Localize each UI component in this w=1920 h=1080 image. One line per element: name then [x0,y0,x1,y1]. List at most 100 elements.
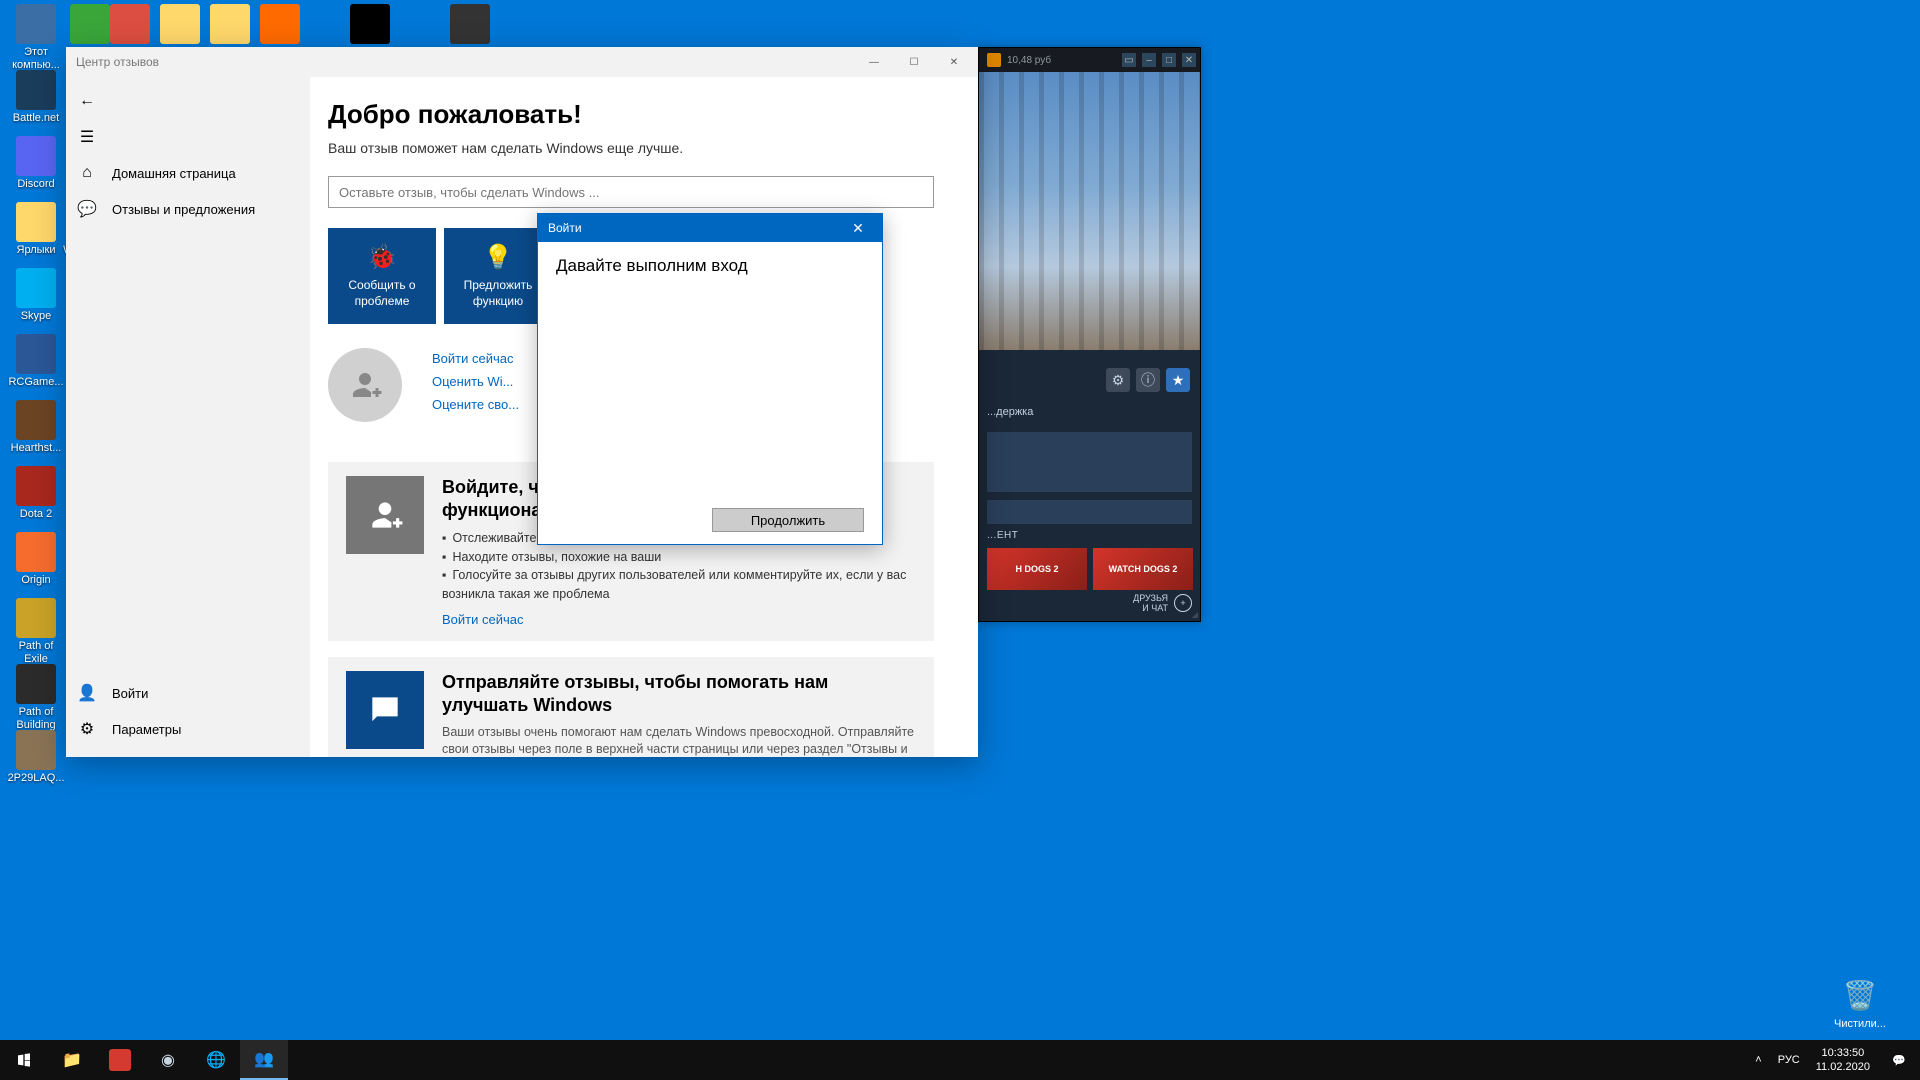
steam-recent-tiles: H DOGS 2 WATCH DOGS 2 [987,548,1193,590]
desktop-icon[interactable]: Origin [6,532,66,587]
sidebar-item-label: Отзывы и предложения [112,202,255,217]
dialog-heading: Давайте выполним вход [556,256,864,276]
link-rate-your[interactable]: Оцените сво... [432,397,519,412]
desktop-icon[interactable]: Dota 2 [6,466,66,521]
tray-clock[interactable]: 10:33:50 11.02.2020 [1808,1040,1878,1080]
desktop-icon[interactable]: Skype [6,268,66,323]
steam-view-icon[interactable]: ▭ [1122,53,1136,67]
gear-icon: ⚙ [78,719,96,739]
icon-label: Ярлыки [6,244,66,257]
start-button[interactable] [0,1040,48,1080]
sidebar: ← ☰ ⌂ Домашняя страница 💬 Отзывы и предл… [66,77,310,757]
windows-icon [12,1048,36,1072]
trash-icon: 🗑️ [1840,975,1880,1015]
page-subtitle: Ваш отзыв поможет нам сделать Windows ещ… [328,140,934,156]
recycle-label: Чистили... [1834,1018,1886,1030]
icon-label: Path of Building [6,706,66,732]
taskbar-explorer[interactable]: 📁 [48,1040,96,1080]
star-icon[interactable]: ★ [1166,368,1190,392]
bullet: Находите отзывы, похожие на ваши [442,548,916,567]
sidebar-item-home[interactable]: ⌂ Домашняя страница [66,155,310,191]
dialog-title: Войти [548,221,582,235]
person-add-icon [346,476,424,554]
close-button[interactable]: ✕ [934,47,974,77]
report-problem-tile[interactable]: 🐞 Сообщить о проблеме [328,228,436,324]
sidebar-item-settings[interactable]: ⚙ Параметры [66,711,310,747]
desktop-icon[interactable] [250,4,310,46]
app-icon [160,4,200,44]
app-icon [450,4,490,44]
info-icon[interactable]: ⓘ [1136,368,1160,392]
sidebar-item-feedback[interactable]: 💬 Отзывы и предложения [66,191,310,227]
taskbar-steam[interactable]: ◉ [144,1040,192,1080]
minimize-button[interactable]: — [854,47,894,77]
desktop-icon[interactable]: Этот компью... [6,4,66,72]
tray-language[interactable]: РУС [1770,1040,1808,1080]
desktop-icon[interactable] [440,4,500,46]
bug-icon: 🐞 [367,243,397,272]
close-button[interactable]: ✕ [1182,53,1196,67]
desktop-icon[interactable] [340,4,400,46]
steam-tile[interactable]: H DOGS 2 [987,548,1087,590]
app-icon [16,400,56,440]
resize-grip-icon[interactable]: ◢ [1192,610,1198,619]
link-login-now[interactable]: Войти сейчас [432,351,519,366]
dialog-titlebar[interactable]: Войти ✕ [538,214,882,242]
recycle-bin[interactable]: 🗑️ Чистили... [1830,975,1890,1030]
app-icon [16,70,56,110]
feedback-search-input[interactable] [328,176,934,208]
continue-button[interactable]: Продолжить [712,508,864,532]
steam-titlebar[interactable]: 10,48 руб ▭ – □ ✕ [979,48,1200,72]
plus-icon[interactable]: + [1174,594,1192,612]
desktop-icon[interactable]: Path of Building [6,664,66,732]
tray-notifications[interactable]: 💬 [1878,1040,1920,1080]
back-button[interactable]: ← [66,83,310,119]
close-button[interactable]: ✕ [844,214,872,242]
icon-label: Этот компью... [6,46,66,72]
desktop-icon[interactable]: 2P29LAQ... [6,730,66,785]
desktop-icon[interactable]: Hearthst... [6,400,66,455]
hamburger-button[interactable]: ☰ [66,119,310,155]
profile-links: Войти сейчас Оценить Wi... Оцените сво..… [432,351,519,420]
person-icon: 👤 [78,683,96,703]
minimize-button[interactable]: – [1142,53,1156,67]
tile-label: Предложить функцию [444,278,552,309]
sidebar-item-label: Войти [112,686,148,701]
maximize-button[interactable]: ☐ [894,47,934,77]
app-icon [16,664,56,704]
clock-time: 10:33:50 [1821,1046,1864,1060]
desktop-icon[interactable]: Battle.net [6,70,66,125]
steam-badge-icon [987,53,1001,67]
steam-friends[interactable]: ДРУЗЬЯ И ЧАТ + [1133,593,1192,613]
desktop-icon[interactable]: RCGame... [6,334,66,389]
steam-hero-image [979,72,1200,350]
panel-title: Отправляйте отзывы, чтобы помогать нам у… [442,671,916,718]
tile-label: Сообщить о проблеме [328,278,436,309]
sidebar-item-label: Параметры [112,722,181,737]
suggest-feature-tile[interactable]: 💡 Предложить функцию [444,228,552,324]
taskbar-app[interactable] [96,1040,144,1080]
desktop-icon[interactable]: Ярлыки [6,202,66,257]
language-label: РУС [1778,1054,1800,1066]
panel-login-link[interactable]: Войти сейчас [442,612,524,627]
icon-label: Dota 2 [6,508,66,521]
app-icon [109,1049,131,1071]
gear-icon[interactable]: ⚙ [1106,368,1130,392]
app-icon [16,334,56,374]
steam-tile[interactable]: WATCH DOGS 2 [1093,548,1193,590]
feedback-hub-titlebar[interactable]: Центр отзывов — ☐ ✕ [66,47,978,77]
icon-label: 2P29LAQ... [6,772,66,785]
panel-desc: Ваши отзывы очень помогают нам сделать W… [442,724,916,757]
login-dialog: Войти ✕ Давайте выполним вход Продолжить [537,213,883,545]
tray-chevron[interactable]: ˄ [1747,1040,1769,1080]
taskbar-chrome[interactable]: 🌐 [192,1040,240,1080]
maximize-button[interactable]: □ [1162,53,1176,67]
app-icon [16,466,56,506]
taskbar-feedback-hub[interactable]: 👥 [240,1040,288,1080]
link-rate-windows[interactable]: Оценить Wi... [432,374,519,389]
desktop-icon[interactable]: Discord [6,136,66,191]
sidebar-item-login[interactable]: 👤 Войти [66,675,310,711]
taskbar: 📁 ◉ 🌐 👥 ˄ РУС 10:33:50 11.02.2020 💬 [0,1040,1920,1080]
icon-label: Battle.net [6,112,66,125]
desktop-icon[interactable]: Path of Exile [6,598,66,666]
